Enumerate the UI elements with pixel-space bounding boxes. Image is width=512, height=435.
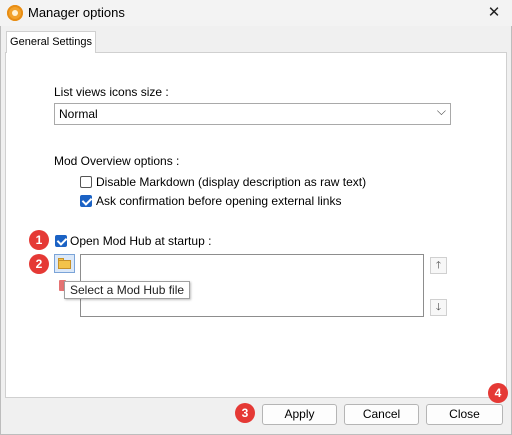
- step-badge-4: 4: [488, 383, 508, 403]
- disable-markdown-checkbox[interactable]: [80, 176, 92, 188]
- disable-markdown-label: Disable Markdown (display description as…: [96, 175, 367, 189]
- step-badge-2: 2: [29, 254, 49, 274]
- step-badge-3: 3: [235, 403, 255, 423]
- icon-size-select[interactable]: Normal ⌵: [54, 103, 451, 125]
- close-window-button[interactable]: ✕: [484, 3, 504, 23]
- ask-confirmation-checkbox[interactable]: [80, 195, 92, 207]
- select-file-tooltip: Select a Mod Hub file: [64, 281, 190, 299]
- app-logo-icon: [7, 5, 23, 21]
- folder-icon: [58, 260, 71, 269]
- select-mod-hub-file-button[interactable]: [54, 254, 75, 273]
- move-up-button[interactable]: 🡑: [430, 257, 447, 274]
- step-badge-1: 1: [29, 230, 49, 250]
- icon-size-value: Normal: [59, 107, 98, 121]
- ask-confirmation-label: Ask confirmation before opening external…: [96, 194, 342, 208]
- move-down-button[interactable]: 🡓: [430, 299, 447, 316]
- title-bar: Manager options ✕: [0, 0, 512, 26]
- mod-overview-label: Mod Overview options :: [54, 154, 180, 168]
- open-mod-hub-checkbox[interactable]: [55, 235, 67, 247]
- apply-button[interactable]: Apply: [262, 404, 337, 425]
- open-mod-hub-label: Open Mod Hub at startup :: [70, 234, 212, 248]
- list-views-label: List views icons size :: [54, 85, 169, 99]
- close-button[interactable]: Close: [426, 404, 503, 425]
- cancel-button[interactable]: Cancel: [344, 404, 419, 425]
- chevron-down-icon: ⌵: [436, 104, 446, 118]
- window-title: Manager options: [28, 5, 125, 20]
- tab-general-settings[interactable]: General Settings: [6, 31, 96, 53]
